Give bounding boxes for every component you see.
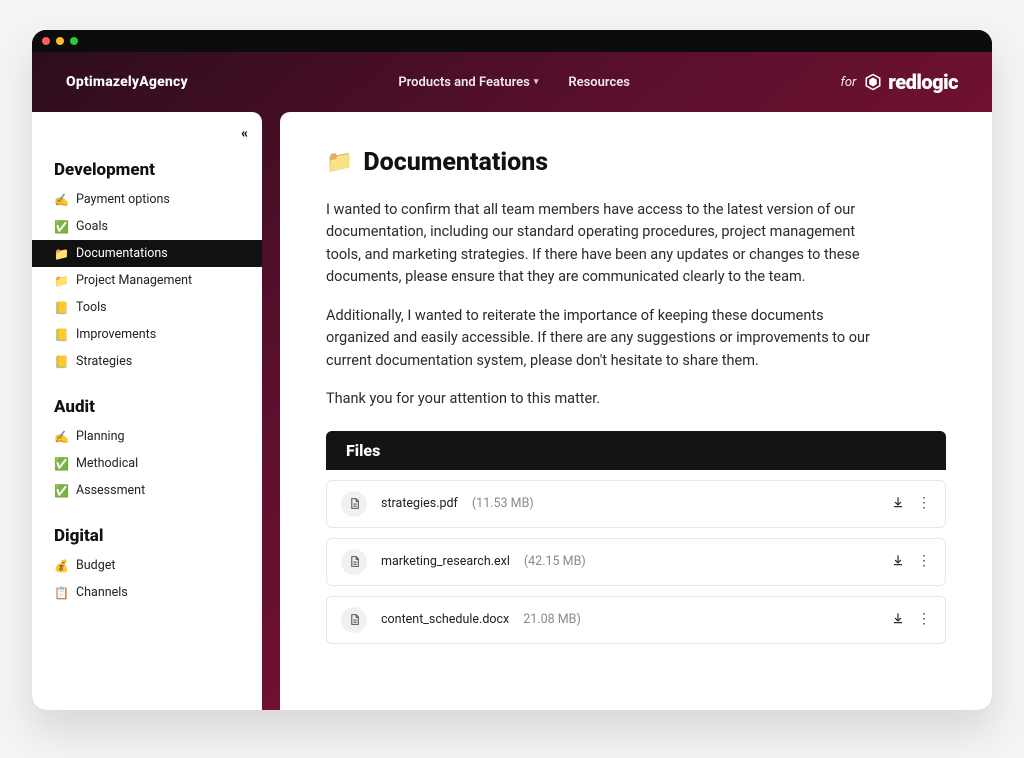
sidebar-item-icon: ✅ bbox=[54, 484, 68, 498]
file-row[interactable]: strategies.pdf (11.53 MB) ⋮ bbox=[326, 480, 946, 528]
page-title: 📁 Documentations bbox=[326, 148, 946, 177]
app-body: « Development ✍️ Payment options ✅ Goals 📁 Doc… bbox=[32, 112, 992, 710]
sidebar-item[interactable]: 📒 Improvements bbox=[32, 321, 262, 348]
sidebar-item-label: Methodical bbox=[76, 456, 138, 471]
sidebar-group-title: Development bbox=[32, 160, 262, 186]
paragraph: Additionally, I wanted to reiterate the … bbox=[326, 305, 886, 372]
for-label: for bbox=[840, 75, 856, 90]
sidebar-item-icon: ✅ bbox=[54, 457, 68, 471]
download-button[interactable] bbox=[891, 553, 905, 571]
sidebar-item-label: Payment options bbox=[76, 192, 170, 207]
sidebar-item[interactable]: ✅ Methodical bbox=[32, 450, 262, 477]
sidebar-item[interactable]: 📁 Project Management bbox=[32, 267, 262, 294]
file-size: 21.08 MB) bbox=[523, 612, 581, 627]
sidebar-item[interactable]: 📁 Documentations bbox=[32, 240, 262, 267]
sidebar-item[interactable]: 📋 Channels bbox=[32, 579, 262, 606]
file-actions: ⋮ bbox=[891, 553, 931, 571]
sidebar-item-icon: ✅ bbox=[54, 220, 68, 234]
page-title-text: Documentations bbox=[363, 148, 548, 177]
folder-icon: 📁 bbox=[326, 150, 353, 175]
more-options-button[interactable]: ⋮ bbox=[917, 617, 931, 623]
file-row[interactable]: marketing_research.exl (42.15 MB) ⋮ bbox=[326, 538, 946, 586]
sidebar-item-icon: 💰 bbox=[54, 559, 68, 573]
sidebar-item-icon: 📁 bbox=[54, 247, 68, 261]
sidebar-item-label: Strategies bbox=[76, 354, 132, 369]
paragraph: Thank you for your attention to this mat… bbox=[326, 388, 886, 410]
sidebar-item-label: Budget bbox=[76, 558, 115, 573]
app-window: OptimazelyAgency Products and Features ▾… bbox=[32, 30, 992, 710]
sidebar-item-label: Channels bbox=[76, 585, 128, 600]
sidebar-group-title: Digital bbox=[32, 526, 262, 552]
sidebar-item-icon: ✍️ bbox=[54, 193, 68, 207]
more-options-button[interactable]: ⋮ bbox=[917, 559, 931, 565]
file-name: content_schedule.docx bbox=[381, 612, 509, 627]
document-icon bbox=[341, 549, 367, 575]
sidebar-item[interactable]: ✍️ Payment options bbox=[32, 186, 262, 213]
sidebar-item[interactable]: ✅ Goals bbox=[32, 213, 262, 240]
window-zoom-icon[interactable] bbox=[70, 37, 78, 45]
partner-logo-text: redlogic bbox=[888, 70, 958, 94]
partner-mark-icon bbox=[864, 73, 882, 91]
files-section: Files strategies.pdf(11.53 MB)⋮marketing… bbox=[326, 431, 946, 644]
partner-badge: for redlogic bbox=[840, 70, 958, 94]
sidebar-item-icon: 📋 bbox=[54, 586, 68, 600]
nav-products-features[interactable]: Products and Features ▾ bbox=[398, 75, 538, 90]
brand-logo[interactable]: OptimazelyAgency bbox=[66, 74, 188, 90]
file-row[interactable]: content_schedule.docx 21.08 MB) ⋮ bbox=[326, 596, 946, 644]
document-icon bbox=[341, 607, 367, 633]
nav-item-label: Resources bbox=[568, 75, 630, 90]
sidebar-group: Development ✍️ Payment options ✅ Goals 📁 Docum… bbox=[32, 160, 262, 375]
download-button[interactable] bbox=[891, 495, 905, 513]
window-minimize-icon[interactable] bbox=[56, 37, 64, 45]
file-size: (42.15 MB) bbox=[524, 554, 586, 569]
document-icon bbox=[341, 491, 367, 517]
sidebar: « Development ✍️ Payment options ✅ Goals 📁 Doc… bbox=[32, 112, 262, 710]
sidebar-item-label: Assessment bbox=[76, 483, 145, 498]
window-close-icon[interactable] bbox=[42, 37, 50, 45]
files-header: Files bbox=[326, 431, 946, 470]
file-actions: ⋮ bbox=[891, 495, 931, 513]
sidebar-item[interactable]: ✍️ Planning bbox=[32, 423, 262, 450]
sidebar-item-icon: ✍️ bbox=[54, 430, 68, 444]
sidebar-group: Audit ✍️ Planning ✅ Methodical ✅ Assessment bbox=[32, 397, 262, 504]
sidebar-group: Digital 💰 Budget 📋 Channels bbox=[32, 526, 262, 606]
window-titlebar bbox=[32, 30, 992, 52]
file-name: strategies.pdf bbox=[381, 496, 458, 511]
nav-item-label: Products and Features bbox=[398, 75, 529, 90]
sidebar-item-label: Project Management bbox=[76, 273, 192, 288]
more-options-button[interactable]: ⋮ bbox=[917, 501, 931, 507]
file-size: (11.53 MB) bbox=[472, 496, 534, 511]
sidebar-item-icon: 📒 bbox=[54, 328, 68, 342]
sidebar-group-title: Audit bbox=[32, 397, 262, 423]
file-name: marketing_research.exl bbox=[381, 554, 510, 569]
sidebar-item-icon: 📒 bbox=[54, 355, 68, 369]
sidebar-item[interactable]: 📒 Tools bbox=[32, 294, 262, 321]
sidebar-item-label: Improvements bbox=[76, 327, 156, 342]
sidebar-item-label: Planning bbox=[76, 429, 125, 444]
partner-logo[interactable]: redlogic bbox=[864, 70, 958, 94]
sidebar-item-label: Tools bbox=[76, 300, 107, 315]
nav-resources[interactable]: Resources bbox=[568, 75, 630, 90]
page-body: I wanted to confirm that all team member… bbox=[326, 199, 886, 411]
sidebar-item[interactable]: 💰 Budget bbox=[32, 552, 262, 579]
sidebar-item-icon: 📁 bbox=[54, 274, 68, 288]
sidebar-item-label: Goals bbox=[76, 219, 108, 234]
sidebar-item-label: Documentations bbox=[76, 246, 168, 261]
top-nav: OptimazelyAgency Products and Features ▾… bbox=[32, 52, 992, 112]
sidebar-collapse-button[interactable]: « bbox=[241, 126, 248, 141]
file-actions: ⋮ bbox=[891, 611, 931, 629]
sidebar-item[interactable]: 📒 Strategies bbox=[32, 348, 262, 375]
download-button[interactable] bbox=[891, 611, 905, 629]
sidebar-item[interactable]: ✅ Assessment bbox=[32, 477, 262, 504]
main-content: 📁 Documentations I wanted to confirm tha… bbox=[280, 112, 992, 710]
primary-nav: Products and Features ▾ Resources bbox=[188, 75, 841, 90]
sidebar-item-icon: 📒 bbox=[54, 301, 68, 315]
paragraph: I wanted to confirm that all team member… bbox=[326, 199, 886, 289]
chevron-down-icon: ▾ bbox=[534, 77, 539, 87]
